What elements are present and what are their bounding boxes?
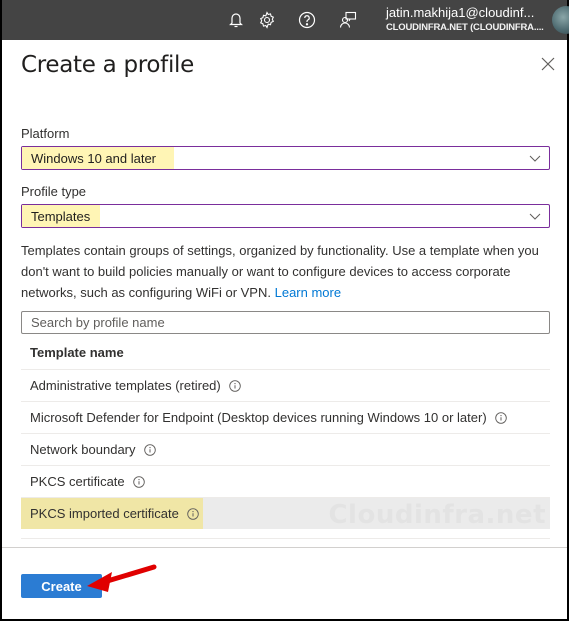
profile-type-label: Profile type [21, 184, 87, 199]
template-name: Network boundary [30, 442, 136, 457]
chevron-down-icon [529, 155, 541, 162]
info-icon[interactable] [187, 507, 199, 520]
feedback-icon[interactable] [338, 10, 358, 30]
platform-value: Windows 10 and later [31, 151, 157, 166]
template-name: Administrative templates (retired) [30, 378, 221, 393]
page-title: Create a profile [21, 52, 194, 78]
template-name: PKCS imported certificate [30, 506, 179, 521]
list-item[interactable]: Microsoft Defender for Endpoint (Desktop… [21, 401, 550, 433]
column-header-template-name: Template name [30, 345, 124, 360]
account-email: jatin.makhija1@cloudinf... [386, 5, 535, 20]
description: Templates contain groups of settings, or… [21, 240, 551, 303]
list-item[interactable]: Network boundary [21, 433, 550, 465]
chevron-down-icon [529, 213, 541, 220]
create-profile-panel: Create a profile Platform Windows 10 and… [2, 40, 567, 619]
template-list: Administrative templates (retired) Micros… [21, 369, 550, 547]
account-tenant: CLOUDINFRA.NET (CLOUDINFRA.... [386, 22, 544, 33]
annotation-arrow-icon [87, 564, 157, 592]
top-bar: jatin.makhija1@cloudinf... CLOUDINFRA.NE… [2, 0, 569, 40]
info-icon[interactable] [143, 443, 156, 456]
search-input[interactable] [21, 311, 550, 334]
watermark: Cloudinfra.net [328, 500, 546, 530]
help-icon[interactable] [297, 10, 317, 30]
platform-dropdown[interactable]: Windows 10 and later [21, 146, 550, 170]
bell-icon[interactable] [226, 10, 246, 30]
close-icon[interactable] [540, 56, 556, 72]
info-icon[interactable] [228, 379, 241, 392]
template-name: Microsoft Defender for Endpoint (Desktop… [30, 410, 487, 425]
learn-more-link[interactable]: Learn more [275, 285, 341, 300]
list-item[interactable]: Administrative templates (retired) [21, 369, 550, 401]
account-info[interactable]: jatin.makhija1@cloudinf... CLOUDINFRA.NE… [386, 5, 551, 33]
profile-type-value: Templates [31, 209, 91, 224]
info-icon[interactable] [132, 475, 145, 488]
footer: Create [2, 547, 567, 619]
info-icon[interactable] [494, 411, 507, 424]
platform-label: Platform [21, 126, 70, 141]
list-item[interactable]: PKCS certificate [21, 465, 550, 497]
list-item[interactable]: Cloudinfra.net PKCS imported certificate [21, 497, 550, 530]
gear-icon[interactable] [257, 10, 277, 30]
avatar[interactable] [552, 6, 569, 34]
template-name: PKCS certificate [30, 474, 125, 489]
list-item-partial[interactable] [21, 538, 550, 547]
profile-type-dropdown[interactable]: Templates [21, 204, 550, 228]
